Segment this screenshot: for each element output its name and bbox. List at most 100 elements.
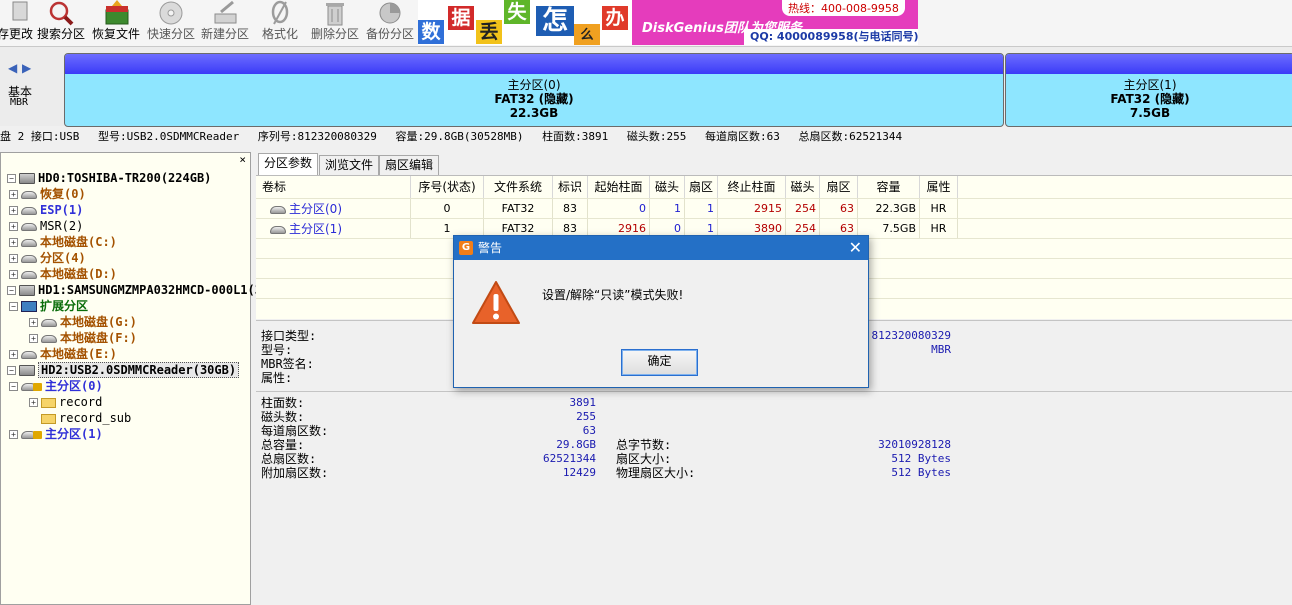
- tree-item-label: 恢复(0): [40, 187, 86, 201]
- cylinders-value: 3891: [569, 396, 597, 409]
- ok-button[interactable]: 确定: [621, 349, 698, 376]
- volume-icon: [41, 318, 57, 327]
- expand-icon[interactable]: +: [29, 334, 38, 343]
- row-id: 83: [553, 199, 588, 219]
- col-header-end-cyl[interactable]: 终止柱面: [718, 176, 786, 198]
- row-label: 主分区(1): [289, 222, 342, 236]
- total-sectors-label: 总扇区数:: [261, 452, 317, 466]
- tree-item-primary-1[interactable]: + 主分区(1): [9, 426, 103, 442]
- tab-sector-edit[interactable]: 扇区编辑: [379, 155, 440, 175]
- dialog-close-button[interactable]: ✕: [849, 236, 862, 260]
- tab-partition-params[interactable]: 分区参数: [258, 153, 319, 175]
- tree-item-hd1[interactable]: − HD1:SAMSUNGMZMPA032HMCD-000L1(30: [7, 282, 269, 298]
- disk-capacity: 容量:29.8GB(30528MB): [395, 130, 524, 143]
- tree-item-partition-4[interactable]: + 分区(4): [9, 250, 86, 266]
- app-logo-icon: G: [459, 241, 473, 255]
- col-header-end-sec[interactable]: 扇区: [820, 176, 858, 198]
- folder-icon: [41, 397, 56, 408]
- disk-tree: × − HD0:TOSHIBA-TR200(224GB) + 恢复(0) + ESP(…: [0, 152, 269, 605]
- tree-item-hd0[interactable]: − HD0:TOSHIBA-TR200(224GB): [7, 170, 211, 186]
- nav-forward-icon[interactable]: ▶: [22, 61, 31, 75]
- row-fs: FAT32: [484, 199, 553, 219]
- recover-files-button[interactable]: 恢复文件: [90, 0, 142, 44]
- expand-icon[interactable]: +: [9, 254, 18, 263]
- sector-size-value: 512 Bytes: [891, 452, 951, 465]
- tree-item-extended[interactable]: − 扩展分区: [9, 298, 88, 314]
- volume-icon: [21, 270, 37, 279]
- expand-icon[interactable]: +: [9, 350, 18, 359]
- col-header-attr[interactable]: 属性: [920, 176, 958, 198]
- save-changes-button[interactable]: 存更改: [0, 0, 34, 44]
- disk-serial: 序列号:812320080329: [257, 130, 377, 143]
- dialog-title: 警告: [478, 241, 503, 255]
- tree-item-drive-g[interactable]: + 本地磁盘(G:): [29, 314, 137, 330]
- table-row[interactable]: 主分区(0) 0 FAT32 83 0 1 1 2915 254 63 22.3…: [256, 198, 1292, 219]
- expand-icon[interactable]: +: [9, 430, 18, 439]
- expand-icon[interactable]: +: [9, 222, 18, 231]
- col-header-start-head[interactable]: 磁头: [650, 176, 685, 198]
- disk-model: 型号:USB2.0SDMMCReader: [97, 130, 240, 143]
- collapse-icon[interactable]: −: [9, 382, 18, 391]
- tree-item-record-sub[interactable]: record_sub: [41, 410, 131, 426]
- expand-icon[interactable]: +: [9, 270, 18, 279]
- tab-browse-files[interactable]: 浏览文件: [319, 155, 380, 175]
- tree-item-msr[interactable]: + MSR(2): [9, 218, 83, 234]
- tree-item-hd2[interactable]: − HD2:USB2.0SDMMCReader(30GB): [7, 362, 240, 378]
- col-header-start-cyl[interactable]: 起始柱面: [588, 176, 650, 198]
- tree-item-recovery[interactable]: + 恢复(0): [9, 186, 86, 202]
- tree-item-record[interactable]: + record: [29, 394, 102, 410]
- volume-icon: [21, 190, 37, 199]
- folder-icon: [41, 413, 56, 424]
- details-divider: [256, 391, 1292, 392]
- tree-item-label: 本地磁盘(D:): [40, 267, 117, 281]
- tree-item-drive-d[interactable]: + 本地磁盘(D:): [9, 266, 117, 282]
- dialog-title-bar[interactable]: G 警告 ✕: [454, 236, 868, 260]
- backup-partition-button[interactable]: 备份分区: [364, 0, 416, 44]
- row-end-cyl: 2915: [718, 199, 786, 219]
- row-label-cell: 主分区(0): [256, 199, 411, 219]
- col-header-id[interactable]: 标识: [553, 176, 588, 198]
- tree-item-drive-e[interactable]: + 本地磁盘(E:): [9, 346, 117, 362]
- collapse-icon[interactable]: −: [7, 286, 16, 295]
- collapse-icon[interactable]: −: [7, 366, 16, 375]
- col-header-fs[interactable]: 文件系统: [484, 176, 553, 198]
- partition-bar-0[interactable]: 主分区(0) FAT32 (隐藏) 22.3GB: [64, 53, 1004, 127]
- tree-item-label: record_sub: [59, 411, 132, 425]
- partition-bar-1[interactable]: 主分区(1) FAT32 (隐藏) 7.5GB: [1005, 53, 1292, 127]
- banner-tile: 么: [574, 24, 600, 45]
- col-header-label[interactable]: 卷标: [256, 176, 411, 198]
- col-header-index[interactable]: 序号(状态): [411, 176, 484, 198]
- tree-close-icon[interactable]: ×: [239, 153, 246, 166]
- tree-item-primary-0[interactable]: − 主分区(0): [9, 378, 103, 394]
- search-partition-button[interactable]: 搜索分区: [36, 0, 86, 44]
- total-bytes-value: 32010928128: [878, 438, 951, 451]
- expand-icon[interactable]: +: [9, 206, 18, 215]
- quick-partition-button[interactable]: 快速分区: [145, 0, 197, 44]
- partition-usage-strip: [1006, 54, 1292, 74]
- tree-item-drive-c[interactable]: + 本地磁盘(C:): [9, 234, 117, 250]
- col-header-start-sec[interactable]: 扇区: [685, 176, 718, 198]
- dialog-body: 设置/解除“只读”模式失败! 确定: [454, 260, 868, 387]
- disk-heads: 磁头数:255: [626, 130, 687, 143]
- volume-icon: [270, 226, 286, 234]
- lock-icon: [33, 430, 42, 439]
- banner-qq: QQ: 4000089958(与电话同号): [744, 29, 918, 45]
- expand-icon[interactable]: +: [9, 190, 18, 199]
- collapse-icon[interactable]: −: [9, 302, 18, 311]
- delete-partition-button[interactable]: 删除分区: [309, 0, 361, 44]
- disk-info-bar: 盘 2 接口:USB 型号:USB2.0SDMMCReader 序列号:8123…: [0, 128, 1292, 146]
- format-button[interactable]: 格式化: [257, 0, 303, 44]
- col-header-capacity[interactable]: 容量: [858, 176, 920, 198]
- nav-back-icon[interactable]: ◀: [8, 61, 17, 75]
- expand-icon[interactable]: +: [29, 398, 38, 407]
- lock-icon: [33, 382, 42, 391]
- col-header-end-head[interactable]: 磁头: [786, 176, 820, 198]
- new-partition-button[interactable]: 新建分区: [199, 0, 251, 44]
- expand-icon[interactable]: +: [9, 238, 18, 247]
- collapse-icon[interactable]: −: [7, 174, 16, 183]
- partition-bar-size: 7.5GB: [1129, 106, 1171, 120]
- tree-item-esp[interactable]: + ESP(1): [9, 202, 83, 218]
- ad-banner[interactable]: 数 据 丢 失 怎 么 办 DiskGenius团队为您服务 热线：400-00…: [418, 0, 918, 45]
- expand-icon[interactable]: +: [29, 318, 38, 327]
- tree-item-drive-f[interactable]: + 本地磁盘(F:): [29, 330, 137, 346]
